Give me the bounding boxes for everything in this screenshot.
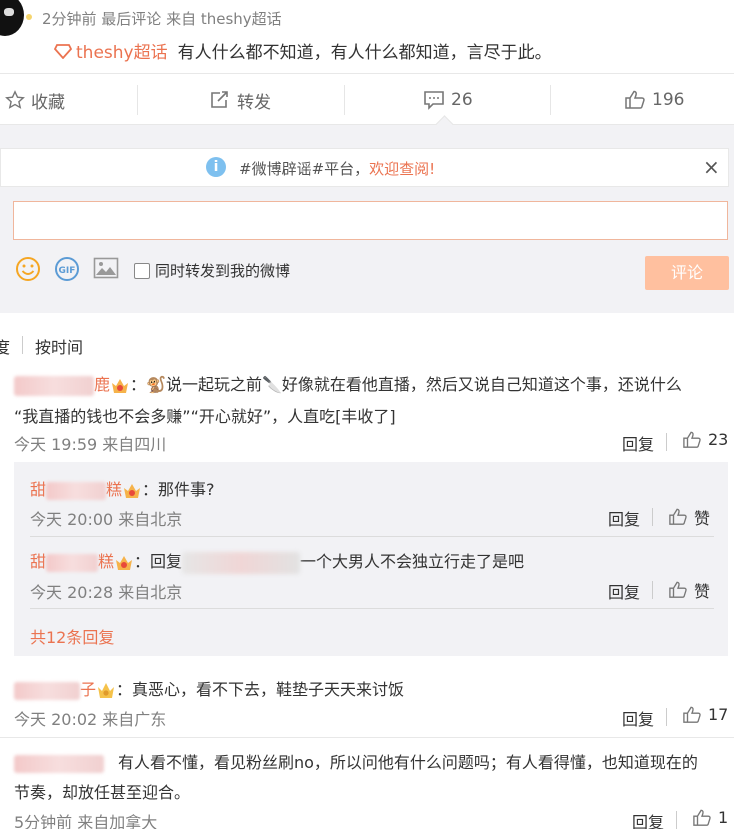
reply-button[interactable]: 回复 [608, 579, 640, 603]
info-icon: i [206, 157, 226, 177]
vip-crown-icon [116, 555, 133, 570]
repost-button[interactable]: 转发 [209, 85, 271, 115]
repost-checkbox[interactable] [134, 262, 150, 279]
thumbs-up-icon [683, 431, 701, 448]
reply-button[interactable]: 回复 [622, 431, 654, 455]
star-icon [5, 90, 25, 109]
reply-button[interactable]: 回复 [622, 706, 654, 730]
like-button[interactable]: 196 [624, 85, 684, 115]
reply-like-button[interactable]: 赞 [668, 505, 710, 529]
repost-checkbox-label: 同时转发到我的微博 [155, 262, 291, 280]
comment-time: 今天 20:02 来自广东 [14, 710, 167, 729]
favorite-button[interactable]: 收藏 [5, 85, 65, 115]
comment-text: ：🐒说一起玩之前🔪好像就在看他直播，然后又说自己知道这个事，还说什么 [130, 375, 682, 394]
comment-icon [424, 91, 444, 110]
image-icon[interactable] [93, 257, 119, 279]
reply-button[interactable]: 回复 [608, 506, 640, 530]
comment-3-line2: 节奏，却放任甚至迎合。 [14, 783, 191, 802]
mention-blur[interactable] [182, 551, 301, 574]
thumbs-up-icon [683, 706, 701, 723]
avatar[interactable] [0, 0, 24, 36]
comment-like-button[interactable]: 1 [692, 808, 728, 827]
reply-like-button[interactable]: 赞 [668, 578, 710, 602]
comments-button[interactable]: 26 [423, 85, 473, 115]
topic-link[interactable]: theshy超话 [76, 38, 168, 63]
comment-1-line1: 鹿 ：🐒说一起玩之前🔪好像就在看他直播，然后又说自己知道这个事，还说什么 [14, 371, 682, 396]
tab-hot[interactable]: 度 [0, 334, 10, 358]
username-tail[interactable]: 鹿 [94, 375, 110, 394]
comment-like-button[interactable]: 23 [682, 430, 728, 449]
topic-diamond-icon [54, 43, 72, 59]
repost-icon [211, 91, 228, 108]
more-replies-link[interactable]: 共12条回复 [30, 624, 114, 648]
reply-1: 甜糕：那件事? [30, 480, 215, 500]
reply-time: 今天 20:28 来自北京 [30, 583, 183, 602]
username-blur[interactable] [46, 481, 107, 500]
reply-2: 甜糕：回复 一个大男人不会独立行走了是吧 [30, 548, 524, 574]
thumbs-up-icon [669, 581, 687, 598]
comment-like-button[interactable]: 17 [682, 705, 728, 724]
comment-1-line2: “我直播的钱也不会多赚”“开心就好”，人直吃[丰收了] [14, 407, 396, 426]
username-blur[interactable] [14, 754, 104, 773]
gold-crown-icon [98, 682, 115, 698]
vip-crown-icon [124, 483, 141, 498]
post-body: theshy超话 有人什么都不知道，有人什么都知道，言尽于此。 [54, 38, 552, 63]
close-icon[interactable]: × [703, 155, 720, 179]
username-blur[interactable] [46, 553, 99, 572]
notice-link[interactable]: 欢迎查阅! [369, 160, 435, 178]
repost-checkbox-row[interactable]: 同时转发到我的微博 [134, 260, 290, 281]
username-blur[interactable] [14, 681, 80, 700]
thumbs-up-icon [625, 90, 645, 109]
emoji-icon[interactable] [15, 256, 41, 282]
gif-icon[interactable]: GIF [54, 256, 80, 282]
submit-comment-button[interactable]: 评论 [645, 256, 729, 290]
comment-3-line1: 有人看不懂，看见粉丝刷no，所以问他有什么问题吗；有人看得懂，也知道现在的 [14, 749, 698, 773]
comment-time: 5分钟前 来自加拿大 [14, 813, 158, 829]
thumbs-up-icon [693, 809, 711, 826]
post-text: 有人什么都不知道，有人什么都知道，言尽于此。 [177, 43, 552, 63]
thumbs-up-icon [669, 508, 687, 525]
tab-by-time[interactable]: 按时间 [35, 334, 83, 358]
comment-input[interactable] [13, 201, 728, 240]
post-meta: 2分钟前 最后评论 来自 theshy超话 [42, 10, 282, 28]
reply-time: 今天 20:00 来自北京 [30, 510, 183, 529]
username-blur[interactable] [14, 375, 94, 396]
notice-bar: i #微博辟谣#平台，欢迎查阅! × [0, 148, 729, 187]
reply-button[interactable]: 回复 [632, 809, 664, 829]
svg-text:GIF: GIF [59, 266, 76, 276]
comment-2: 子：真恶心，看不下去，鞋垫子天天来讨饭 [14, 676, 404, 700]
vip-crown-icon [112, 378, 129, 393]
comment-time: 今天 19:59 来自四川 [14, 435, 167, 454]
notice-text: #微博辟谣#平台， [239, 160, 370, 178]
sparkle-icon [26, 14, 32, 20]
